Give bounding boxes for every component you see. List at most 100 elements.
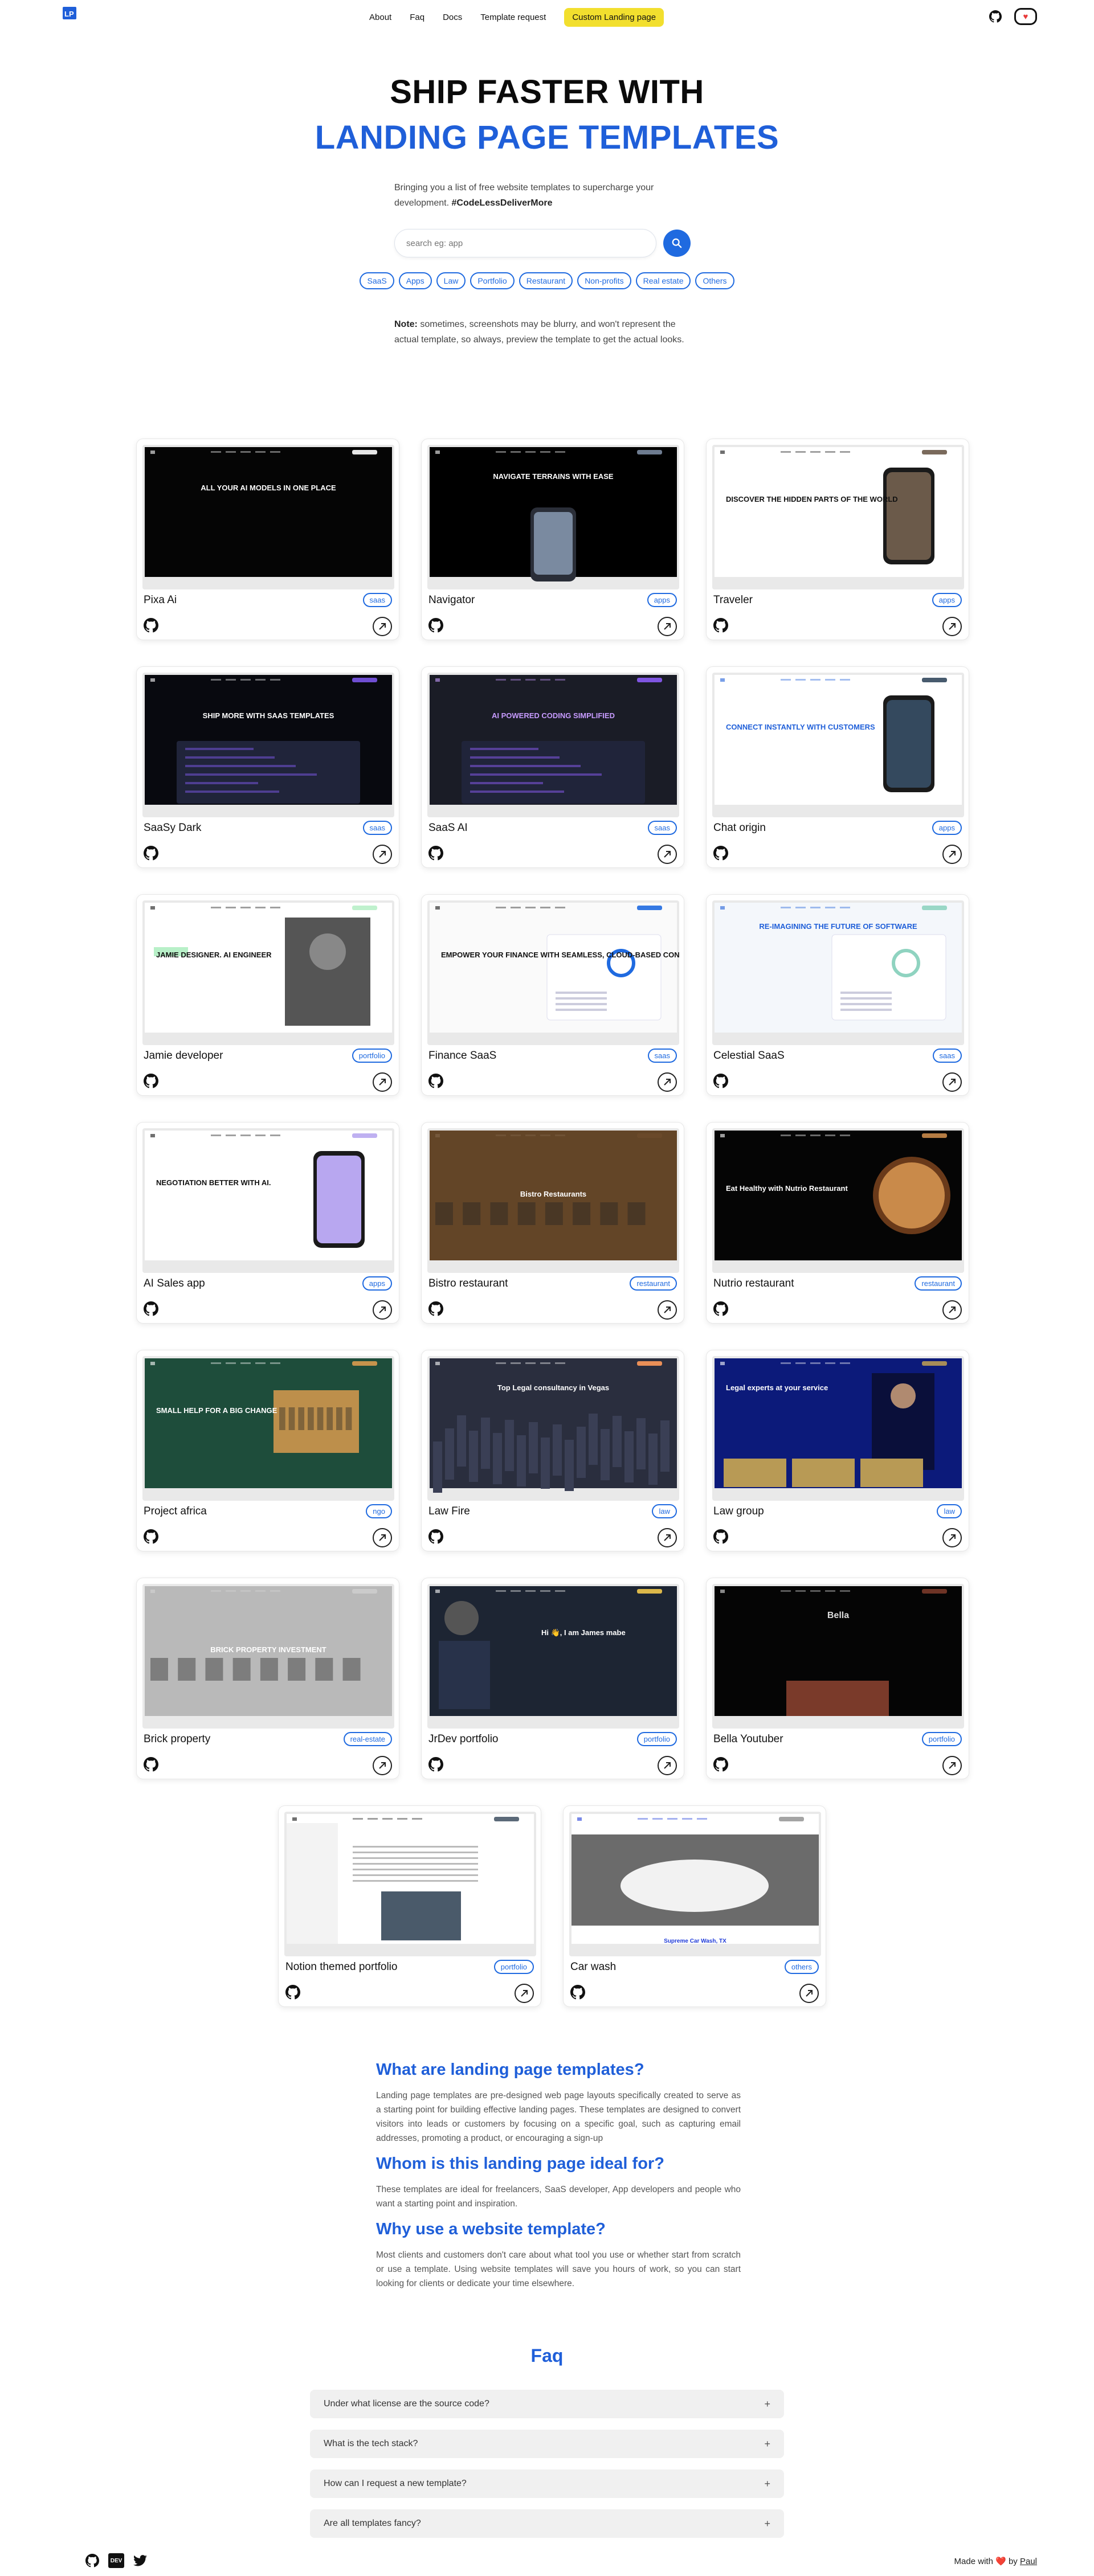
chip-law[interactable]: Law [436,272,466,289]
template-thumbnail[interactable]: JAMIE DESIGNER. AI ENGINEER [142,900,394,1045]
template-thumbnail[interactable]: Top Legal consultancy in Vegas [427,1356,679,1501]
template-thumbnail[interactable]: Supreme Car Wash, TX [569,1812,821,1956]
template-thumbnail[interactable]: CONNECT INSTANTLY WITH CUSTOMERS [712,673,964,817]
open-template-button[interactable] [658,1756,677,1775]
github-icon[interactable] [713,1757,728,1772]
github-icon[interactable] [989,10,1002,23]
template-tag[interactable]: restaurant [915,1276,962,1291]
kofi-icon[interactable]: ♥ [1014,8,1037,25]
template-tag[interactable]: real-estate [343,1732,392,1746]
template-card[interactable]: Notion themed portfolio portfolio [278,1805,541,2007]
open-template-button[interactable] [942,845,962,864]
template-card[interactable]: RE-IMAGINING THE FUTURE OF SOFTWARE Celes… [706,894,969,1096]
template-thumbnail[interactable]: DISCOVER THE HIDDEN PARTS OF THE WORLD [712,445,964,589]
template-thumbnail[interactable]: Bella [712,1584,964,1729]
github-icon[interactable] [428,1301,443,1316]
github-icon[interactable] [144,1074,158,1088]
open-template-button[interactable] [373,1756,392,1775]
template-card[interactable]: SMALL HELP FOR A BIG CHANGE Project afric… [136,1350,399,1551]
template-tag[interactable]: apps [932,593,962,607]
template-card[interactable]: NAVIGATE TERRAINS WITH EASE Navigator apps [421,439,684,640]
template-tag[interactable]: apps [647,593,677,607]
open-template-button[interactable] [373,1072,392,1092]
template-tag[interactable]: saas [647,1049,677,1063]
open-template-button[interactable] [942,617,962,636]
template-card[interactable]: Legal experts at your service Law group la… [706,1350,969,1551]
open-template-button[interactable] [373,845,392,864]
chip-non-profits[interactable]: Non-profits [577,272,631,289]
open-template-button[interactable] [373,1300,392,1320]
template-thumbnail[interactable]: AI POWERED CODING SIMPLIFIED [427,673,679,817]
github-icon[interactable] [428,1757,443,1772]
open-template-button[interactable] [658,845,677,864]
template-thumbnail[interactable]: ALL YOUR AI MODELS IN ONE PLACE [142,445,394,589]
template-card[interactable]: NEGOTIATION BETTER WITH AI. AI Sales app a… [136,1122,399,1324]
open-template-button[interactable] [515,1984,534,2003]
faq-item[interactable]: What is the tech stack? + [310,2430,784,2458]
template-card[interactable]: Hi 👋, I am James mabe JrDev portfolio port… [421,1578,684,1779]
logo-icon[interactable]: LP [62,6,77,22]
template-card[interactable]: BRICK PROPERTY INVESTMENT Brick property r… [136,1578,399,1779]
template-tag[interactable]: others [784,1960,819,1974]
template-tag[interactable]: saas [362,821,392,835]
template-tag[interactable]: portfolio [636,1732,677,1746]
chip-apps[interactable]: Apps [398,272,432,289]
open-template-button[interactable] [799,1984,819,2003]
open-template-button[interactable] [373,1528,392,1547]
template-tag[interactable]: apps [362,1276,392,1291]
twitter-icon[interactable] [133,2554,147,2567]
search-input[interactable] [394,229,656,257]
template-card[interactable]: Supreme Car Wash, TX Car wash others [563,1805,826,2007]
github-icon[interactable] [713,1301,728,1316]
github-icon[interactable] [144,618,158,633]
github-icon[interactable] [713,1074,728,1088]
template-card[interactable]: Bistro Restaurants Bistro restaurant resta… [421,1122,684,1324]
open-template-button[interactable] [942,1756,962,1775]
nav-template-request[interactable]: Template request [480,13,546,22]
faq-item[interactable]: Under what license are the source code? + [310,2390,784,2418]
template-card[interactable]: Eat Healthy with Nutrio Restaurant Nutrio… [706,1122,969,1324]
open-template-button[interactable] [658,617,677,636]
github-icon[interactable] [713,846,728,861]
github-icon[interactable] [285,1985,300,2000]
chip-saas[interactable]: SaaS [360,272,394,289]
template-tag[interactable]: apps [932,821,962,835]
template-card[interactable]: Top Legal consultancy in Vegas Law Fire la… [421,1350,684,1551]
faq-item[interactable]: Are all templates fancy? + [310,2509,784,2538]
template-thumbnail[interactable]: SHIP MORE WITH SAAS TEMPLATES [142,673,394,817]
template-tag[interactable]: saas [932,1049,962,1063]
github-icon[interactable] [144,1529,158,1544]
template-tag[interactable]: saas [647,821,677,835]
nav-docs[interactable]: Docs [443,13,462,22]
template-thumbnail[interactable] [284,1812,536,1956]
open-template-button[interactable] [942,1072,962,1092]
template-tag[interactable]: portfolio [921,1732,962,1746]
github-icon[interactable] [570,1985,585,2000]
chip-real-estate[interactable]: Real estate [635,272,691,289]
template-card[interactable]: DISCOVER THE HIDDEN PARTS OF THE WORLD Tr… [706,439,969,640]
template-tag[interactable]: portfolio [493,1960,534,1974]
template-card[interactable]: CONNECT INSTANTLY WITH CUSTOMERS Chat ori… [706,666,969,868]
faq-item[interactable]: How can I request a new template? + [310,2469,784,2498]
chip-portfolio[interactable]: Portfolio [470,272,515,289]
github-icon[interactable] [713,1529,728,1544]
template-card[interactable]: Bella Bella Youtuber portfolio [706,1578,969,1779]
nav-about[interactable]: About [369,13,391,22]
chip-others[interactable]: Others [695,272,734,289]
template-thumbnail[interactable]: Hi 👋, I am James mabe [427,1584,679,1729]
template-thumbnail[interactable]: RE-IMAGINING THE FUTURE OF SOFTWARE [712,900,964,1045]
template-card[interactable]: SHIP MORE WITH SAAS TEMPLATES SaaSy Dark s… [136,666,399,868]
template-tag[interactable]: portfolio [352,1049,392,1063]
github-icon[interactable] [428,1529,443,1544]
template-thumbnail[interactable]: BRICK PROPERTY INVESTMENT [142,1584,394,1729]
open-template-button[interactable] [373,617,392,636]
github-icon[interactable] [713,618,728,633]
template-card[interactable]: ALL YOUR AI MODELS IN ONE PLACE Pixa Ai sa… [136,439,399,640]
nav-faq[interactable]: Faq [410,13,424,22]
template-tag[interactable]: restaurant [630,1276,677,1291]
template-card[interactable]: JAMIE DESIGNER. AI ENGINEER Jamie develop… [136,894,399,1096]
author-link[interactable]: Paul [1020,2557,1037,2566]
template-thumbnail[interactable]: Legal experts at your service [712,1356,964,1501]
github-icon[interactable] [428,846,443,861]
open-template-button[interactable] [942,1300,962,1320]
